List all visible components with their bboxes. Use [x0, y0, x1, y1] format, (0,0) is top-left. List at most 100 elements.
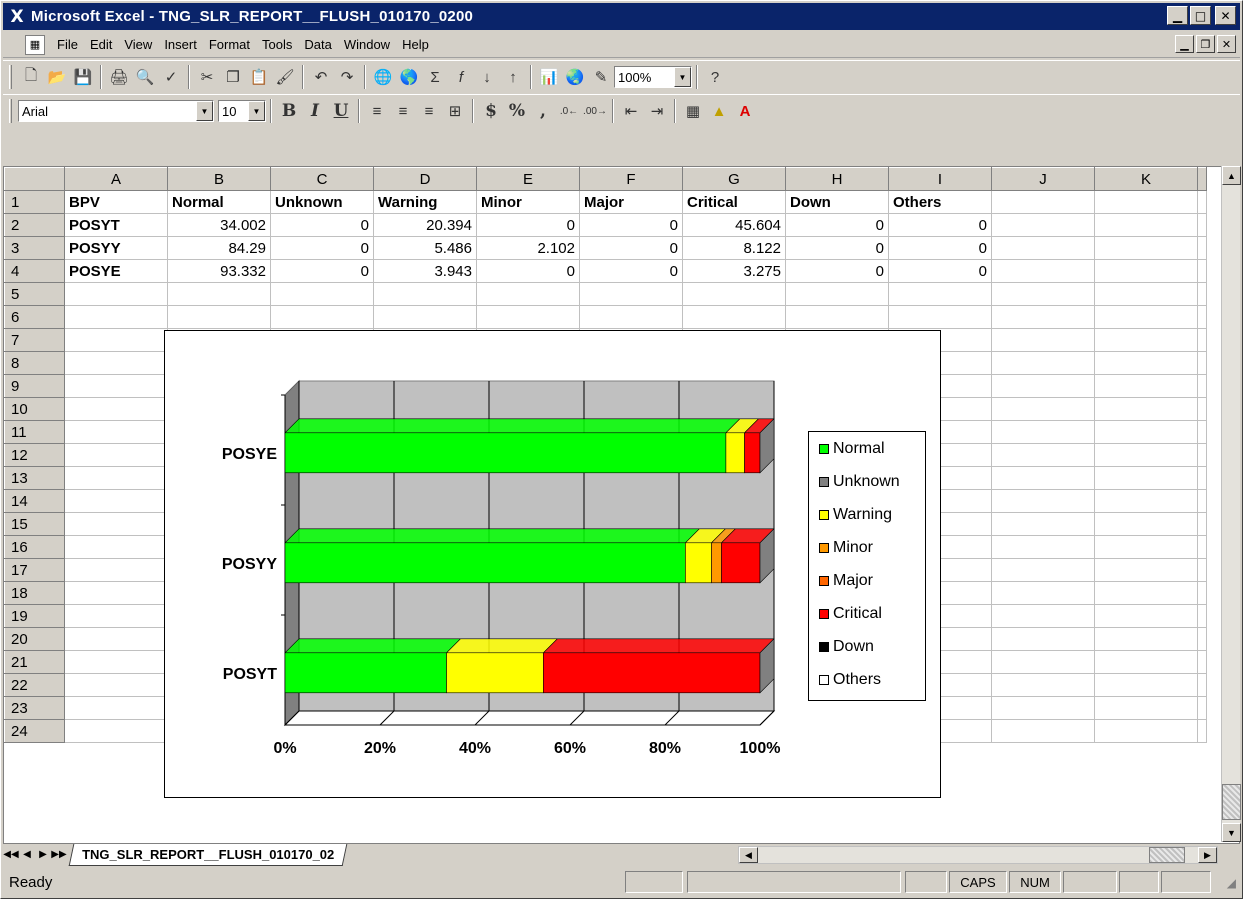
cell[interactable] — [1197, 535, 1207, 559]
cell[interactable] — [991, 650, 1095, 674]
cell[interactable] — [991, 604, 1095, 628]
new-icon[interactable]: 🗋 — [18, 64, 44, 90]
zoom-dropdown-icon[interactable]: ▼ — [674, 67, 691, 87]
cell[interactable]: 8.122 — [682, 236, 786, 260]
font-name-select[interactable]: Arial ▼ — [18, 100, 214, 122]
cell[interactable] — [373, 305, 477, 329]
cell[interactable]: POSYE — [64, 259, 168, 283]
row-header[interactable]: 19 — [4, 604, 65, 628]
doc-minimize-button[interactable]: ▁ — [1175, 35, 1194, 53]
web-toolbar-icon[interactable]: 🌎 — [396, 64, 422, 90]
row-header[interactable]: 14 — [4, 489, 65, 513]
cell[interactable] — [1094, 305, 1198, 329]
cell[interactable]: Down — [785, 190, 889, 214]
cell[interactable] — [64, 581, 168, 605]
cell[interactable]: 0 — [579, 259, 683, 283]
document-icon[interactable]: ▦ — [25, 34, 45, 55]
menu-window[interactable]: Window — [338, 37, 396, 52]
cell[interactable] — [64, 489, 168, 513]
cell[interactable]: 20.394 — [373, 213, 477, 237]
increase-indent-icon[interactable]: ⇥ — [644, 98, 670, 124]
cell[interactable] — [270, 305, 374, 329]
cell[interactable] — [991, 190, 1095, 214]
scroll-left-icon[interactable]: ◀ — [739, 847, 758, 863]
cell[interactable]: POSYY — [64, 236, 168, 260]
toolbar-grip[interactable] — [9, 65, 12, 89]
cell[interactable] — [991, 259, 1095, 283]
font-color-icon[interactable]: A — [732, 98, 758, 124]
cell[interactable]: 0 — [785, 213, 889, 237]
scroll-down-icon[interactable]: ▼ — [1222, 823, 1241, 842]
column-header-f[interactable]: F — [579, 167, 683, 191]
cell[interactable]: 0 — [476, 259, 580, 283]
cell[interactable] — [1094, 581, 1198, 605]
column-header-i[interactable]: I — [888, 167, 992, 191]
cell[interactable] — [1197, 213, 1207, 237]
cell[interactable] — [1094, 443, 1198, 467]
legend-item[interactable]: Others — [809, 663, 925, 696]
cell[interactable] — [64, 558, 168, 582]
column-header-g[interactable]: G — [682, 167, 786, 191]
cell[interactable] — [1094, 190, 1198, 214]
cell[interactable] — [476, 282, 580, 306]
legend-item[interactable]: Critical — [809, 597, 925, 630]
chart-object[interactable]: 0% 20% 40% 60% 80% 100% POSYE POSYY POSYT Normal… — [164, 330, 941, 798]
row-header[interactable]: 11 — [4, 420, 65, 444]
cell[interactable] — [1094, 719, 1198, 743]
cell[interactable] — [1197, 581, 1207, 605]
cell[interactable]: 34.002 — [167, 213, 271, 237]
menu-edit[interactable]: Edit — [84, 37, 118, 52]
cell[interactable] — [1197, 374, 1207, 398]
save-icon[interactable]: 💾 — [70, 64, 96, 90]
cell[interactable] — [476, 305, 580, 329]
cell[interactable] — [64, 443, 168, 467]
column-header-c[interactable]: C — [270, 167, 374, 191]
cell[interactable] — [1197, 604, 1207, 628]
currency-button[interactable]: $ — [478, 98, 504, 124]
row-header[interactable]: 21 — [4, 650, 65, 674]
cell[interactable] — [1197, 512, 1207, 536]
redo-icon[interactable]: ↷ — [334, 64, 360, 90]
map-icon[interactable]: 🌏 — [562, 64, 588, 90]
paste-icon[interactable]: 📋 — [246, 64, 272, 90]
spreadsheet-grid[interactable]: ABCDEFGHIJK 1 BPV Normal Unknown Warning Mino… — [3, 166, 1240, 846]
cell[interactable] — [64, 420, 168, 444]
cell[interactable] — [64, 512, 168, 536]
cell[interactable]: 93.332 — [167, 259, 271, 283]
last-sheet-icon[interactable]: ▶▶ — [51, 846, 67, 864]
cell[interactable] — [682, 305, 786, 329]
column-header-k[interactable]: K — [1094, 167, 1198, 191]
cell[interactable] — [1197, 627, 1207, 651]
cell[interactable] — [1197, 305, 1207, 329]
cell[interactable] — [64, 535, 168, 559]
row-header[interactable]: 3 — [4, 236, 65, 260]
menu-data[interactable]: Data — [298, 37, 337, 52]
cell[interactable] — [991, 305, 1095, 329]
horizontal-scroll-thumb[interactable] — [1149, 847, 1185, 863]
cell[interactable] — [1197, 558, 1207, 582]
cell[interactable] — [991, 213, 1095, 237]
cell[interactable] — [1197, 696, 1207, 720]
horizontal-scrollbar[interactable]: ◀ ▶ — [738, 846, 1218, 864]
legend-item[interactable]: Minor — [809, 531, 925, 564]
cell[interactable] — [1197, 443, 1207, 467]
doc-close-button[interactable]: ✕ — [1217, 35, 1236, 53]
cell[interactable] — [1197, 328, 1207, 352]
cell[interactable] — [1197, 719, 1207, 743]
chart-wizard-icon[interactable]: 📊 — [536, 64, 562, 90]
row-header[interactable]: 18 — [4, 581, 65, 605]
excel-app-icon[interactable]: X — [7, 7, 27, 27]
cell[interactable] — [1094, 535, 1198, 559]
scroll-right-icon[interactable]: ▶ — [1198, 847, 1217, 863]
row-header[interactable]: 12 — [4, 443, 65, 467]
column-header-h[interactable]: H — [785, 167, 889, 191]
cell[interactable]: Minor — [476, 190, 580, 214]
comma-button[interactable]: , — [530, 98, 556, 124]
cell[interactable]: 0 — [785, 236, 889, 260]
cell[interactable]: 2.102 — [476, 236, 580, 260]
cell[interactable]: 0 — [270, 213, 374, 237]
cell[interactable]: 3.275 — [682, 259, 786, 283]
cell[interactable] — [64, 351, 168, 375]
cell[interactable] — [991, 420, 1095, 444]
legend-item[interactable]: Normal — [809, 432, 925, 465]
